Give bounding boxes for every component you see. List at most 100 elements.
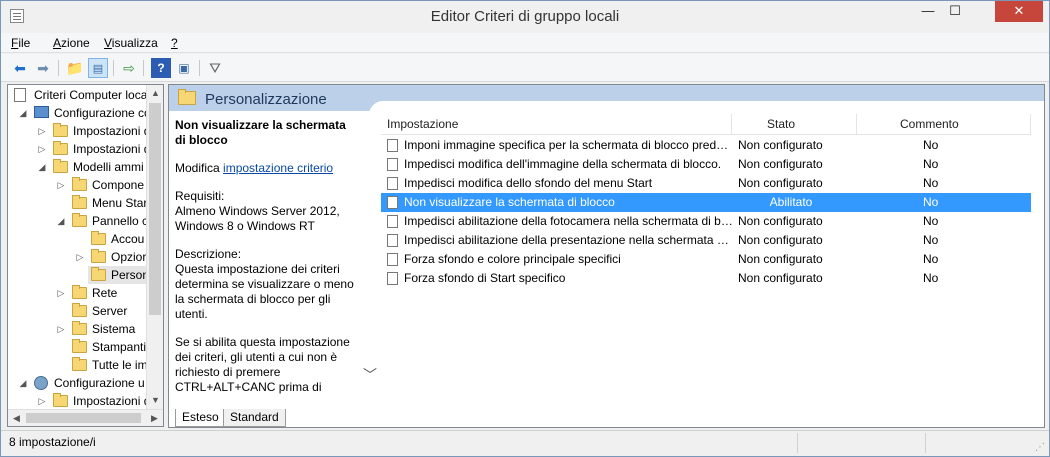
scroll-left-arrow-icon[interactable]: ◀ (8, 410, 25, 426)
folder-icon (53, 123, 68, 137)
tab-standard[interactable]: Standard (223, 409, 286, 427)
collapse-arrow-icon[interactable]: ◢ (56, 212, 66, 230)
expand-arrow-icon[interactable]: ▷ (37, 140, 47, 158)
tree-item-label: Pannello c (92, 214, 149, 228)
menu-visualizza[interactable]: Visualizza (104, 36, 158, 50)
policy-setting-icon (387, 177, 398, 190)
tree-item-impostazioni-windows[interactable]: ▷ Impostazioni d (8, 140, 150, 158)
tree-vertical-scrollbar[interactable]: ▲ ▼ (146, 85, 163, 409)
edit-setting-link[interactable]: impostazione criterio (223, 161, 333, 175)
setting-row[interactable]: Impedisci abilitazione della presentazio… (381, 231, 1031, 250)
tree-item-account[interactable]: Accou (8, 230, 146, 248)
setting-state: Non configurato (738, 233, 823, 247)
tree-item-rete[interactable]: ▷ Rete (8, 284, 146, 302)
forward-arrow-icon[interactable]: ➡ (33, 58, 53, 78)
column-divider[interactable] (731, 114, 732, 135)
folder-icon (72, 213, 87, 227)
collapse-arrow-icon[interactable]: ◢ (18, 374, 28, 392)
tree-item-impostazioni-utente[interactable]: ▷ Impostazioni d (8, 392, 150, 410)
help-icon[interactable]: ? (151, 58, 171, 78)
scroll-down-arrow-icon[interactable]: ▼ (147, 392, 163, 409)
menu-help[interactable]: ? (171, 36, 178, 50)
column-header-comment[interactable]: Commento (900, 117, 959, 131)
setting-state: Non configurato (738, 252, 823, 266)
setting-name: Non visualizzare la schermata di blocco (404, 195, 615, 209)
expand-arrow-icon[interactable]: ▷ (75, 248, 85, 266)
navigation-tree[interactable]: Criteri Computer loca ◢ Configurazione c… (7, 84, 164, 427)
computer-icon (34, 106, 49, 118)
column-divider[interactable] (1030, 114, 1031, 135)
maximize-button[interactable]: ☐ (942, 1, 968, 22)
up-folder-icon[interactable]: 📁 (65, 58, 85, 78)
scroll-up-arrow-icon[interactable]: ▲ (147, 85, 163, 102)
column-header-state[interactable]: Stato (767, 117, 795, 131)
tree-item-stampanti[interactable]: Stampanti (8, 338, 146, 356)
tree-vertical-scroll-thumb[interactable] (149, 103, 161, 315)
setting-comment: No (923, 233, 939, 247)
tree-horizontal-scrollbar[interactable]: ◀ ▶ (8, 409, 163, 426)
menu-azione-access-key: A (53, 36, 62, 50)
column-divider[interactable] (856, 114, 857, 135)
menu-azione[interactable]: Azione (53, 36, 90, 50)
app-window: Editor Criteri di gruppo locali — ☐ ✕ Fi… (0, 0, 1050, 457)
setting-row[interactable]: Impedisci abilitazione della fotocamera … (381, 212, 1031, 231)
expand-arrow-icon[interactable]: ▷ (56, 284, 66, 302)
setting-row[interactable]: Impedisci modifica dell'immagine della s… (381, 155, 1031, 174)
export-list-icon[interactable]: ⇨ (119, 58, 139, 78)
setting-row[interactable]: Forza sfondo e colore principale specifi… (381, 250, 1031, 269)
description-label: Descrizione: (175, 247, 242, 261)
toolbar-separator (199, 60, 200, 76)
filter-icon[interactable]: ⛛ (205, 58, 225, 78)
folder-icon (53, 141, 68, 155)
title-bar[interactable]: Editor Criteri di gruppo locali — ☐ ✕ (1, 1, 1049, 32)
minimize-button[interactable]: — (915, 1, 941, 22)
tree-item-configurazione-utente[interactable]: ◢ Configurazione u (8, 374, 146, 392)
folder-icon (72, 321, 87, 335)
tree-item-personalizzazione[interactable]: Person (88, 266, 149, 284)
edit-setting-line: Modifica impostazione criterio (175, 161, 355, 176)
extended-view-icon[interactable]: ▣ (174, 58, 194, 78)
setting-row-selected[interactable]: Non visualizzare la schermata di blocco … (381, 193, 1031, 212)
back-arrow-icon[interactable]: ⬅ (10, 58, 30, 78)
tree-horizontal-scroll-thumb[interactable] (26, 413, 141, 423)
scroll-right-arrow-icon[interactable]: ▶ (146, 410, 163, 426)
description-text: Questa impostazione dei criteri determin… (175, 262, 354, 321)
tree-item-label: Impostazioni d (73, 142, 151, 156)
expand-arrow-icon[interactable]: ▷ (37, 392, 47, 410)
settings-table-header: Impostazione Stato Commento (381, 114, 1031, 135)
setting-row[interactable]: Imponi immagine specifica per la scherma… (381, 136, 1031, 155)
close-button[interactable]: ✕ (995, 1, 1043, 22)
show-hide-tree-icon[interactable]: ▤ (88, 58, 108, 78)
setting-row[interactable]: Impedisci modifica dello sfondo del menu… (381, 174, 1031, 193)
expand-arrow-icon[interactable]: ▷ (56, 320, 66, 338)
menu-file[interactable]: File (11, 36, 30, 50)
tree-item-server[interactable]: Server (8, 302, 146, 320)
folder-icon (91, 249, 106, 263)
tree-item-sistema[interactable]: ▷ Sistema (8, 320, 146, 338)
tab-esteso[interactable]: Esteso (175, 409, 226, 427)
expand-arrow-icon[interactable]: ▷ (56, 176, 66, 194)
folder-icon (91, 267, 106, 281)
setting-state: Non configurato (738, 214, 823, 228)
tree-item-componenti[interactable]: ▷ Compone (8, 176, 146, 194)
tree-item-impostazioni-software[interactable]: ▷ Impostazioni d (8, 122, 150, 140)
tree-item-pannello-controllo[interactable]: ◢ Pannello c (8, 212, 149, 230)
collapse-arrow-icon[interactable]: ◢ (37, 158, 47, 176)
tree-item-label: Sistema (92, 322, 136, 336)
policy-setting-icon (387, 272, 398, 285)
tree-item-modelli-amministrativi[interactable]: ◢ Modelli ammi (8, 158, 146, 176)
tree-item-tutte-le-impostazioni[interactable]: Tutte le im (8, 356, 148, 374)
folder-icon (53, 159, 68, 173)
expand-arrow-icon[interactable]: ▷ (37, 122, 47, 140)
tree-item-criteri-computer-locale[interactable]: Criteri Computer loca (8, 86, 147, 104)
column-header-setting[interactable]: Impostazione (387, 117, 458, 131)
tree-item-configurazione-computer[interactable]: ◢ Configurazione co (8, 104, 151, 122)
chevron-down-icon[interactable]: ﹀ (363, 365, 377, 385)
tree-item-menu-start[interactable]: Menu Star (8, 194, 147, 212)
policy-setting-icon (387, 253, 398, 266)
setting-name: Impedisci abilitazione della presentazio… (404, 233, 734, 247)
tree-item-opzioni[interactable]: ▷ Opzior (8, 248, 146, 266)
resize-grip-icon[interactable]: ⋰ (1035, 442, 1045, 453)
setting-row[interactable]: Forza sfondo di Start specifico Non conf… (381, 269, 1031, 288)
collapse-arrow-icon[interactable]: ◢ (18, 104, 28, 122)
